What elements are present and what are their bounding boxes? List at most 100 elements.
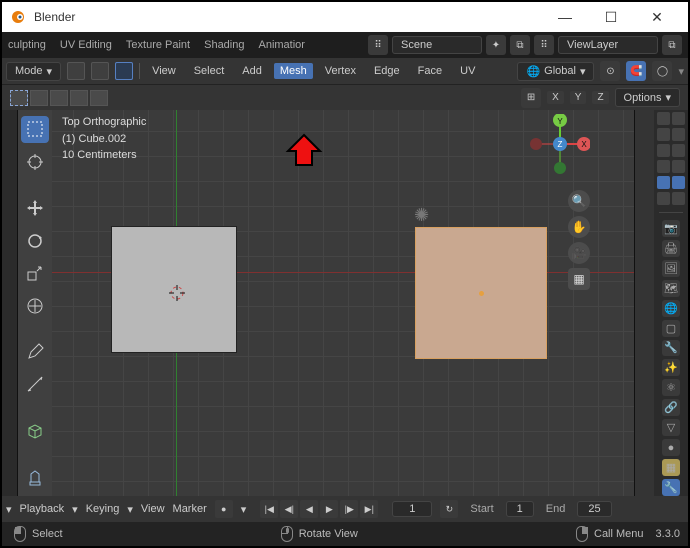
maximize-button[interactable]: ☐ [588, 2, 634, 32]
prop-particles-icon[interactable]: ✨ [662, 359, 680, 376]
camera-view-icon[interactable]: 🎥 [568, 242, 590, 264]
restrict-icon[interactable] [657, 192, 670, 205]
minimize-button[interactable]: — [542, 2, 588, 32]
snap-icon[interactable]: 🧲 [626, 61, 646, 81]
ws-tab[interactable]: Shading [204, 39, 244, 51]
jump-start-icon[interactable]: |◀ [260, 500, 278, 518]
play-reverse-icon[interactable]: ◀ [300, 500, 318, 518]
browse-scene-icon[interactable]: ⠿ [368, 35, 388, 55]
prop-texture-icon[interactable]: ▦ [662, 459, 680, 476]
ws-tab[interactable]: UV Editing [60, 39, 112, 51]
pivot-icon[interactable]: ⊙ [600, 61, 620, 81]
copy-layer-icon[interactable]: ⧉ [662, 35, 682, 55]
light-icon[interactable]: ✺ [414, 205, 429, 226]
propedit-icon[interactable]: ◯ [652, 61, 672, 81]
prop-render-icon[interactable]: 📷 [662, 220, 680, 237]
tool-annotate[interactable] [21, 339, 49, 366]
ws-tab[interactable]: Texture Paint [126, 39, 190, 51]
selmode-extend-icon[interactable] [30, 90, 48, 106]
selmode-new-icon[interactable] [10, 90, 28, 106]
prop-active-tool-icon[interactable]: 🔧 [662, 479, 680, 496]
menu-edge[interactable]: Edge [368, 63, 406, 79]
restrict-icon[interactable] [672, 192, 685, 205]
frame-field[interactable]: 1 [392, 501, 432, 517]
selmode-intersect-icon[interactable] [90, 90, 108, 106]
prop-viewlayer-icon[interactable]: 🖼 [662, 260, 680, 277]
timeline-menu[interactable]: Marker [173, 503, 207, 515]
region-toggle-left[interactable] [2, 110, 18, 496]
scene-field[interactable]: Scene [401, 39, 432, 51]
prop-constraints-icon[interactable]: 🔗 [662, 399, 680, 416]
selmode-subtract-icon[interactable] [50, 90, 68, 106]
menu-add[interactable]: Add [236, 63, 268, 79]
tool-select-box[interactable] [21, 116, 49, 143]
restrict-icon[interactable] [657, 144, 670, 157]
axis-y-button[interactable]: Y [570, 91, 587, 104]
menu-vertex[interactable]: Vertex [319, 63, 362, 79]
menu-face[interactable]: Face [412, 63, 448, 79]
selmode-invert-icon[interactable] [70, 90, 88, 106]
tool-transform[interactable] [21, 292, 49, 319]
prop-scene-icon[interactable]: 🗺 [662, 280, 680, 297]
sel-vertex-icon[interactable] [67, 62, 85, 80]
pin-icon[interactable]: ✦ [486, 35, 506, 55]
tool-cursor[interactable] [21, 149, 49, 176]
tool-extrude[interactable] [21, 463, 49, 490]
viewport-3d[interactable]: Top Orthographic (1) Cube.002 10 Centime… [52, 110, 634, 496]
viewlayer-field[interactable]: ViewLayer [567, 39, 618, 51]
sel-edge-icon[interactable] [91, 62, 109, 80]
gizmo-vis-icon[interactable]: ⊞ [521, 88, 541, 108]
jump-end-icon[interactable]: ▶| [360, 500, 378, 518]
menu-mesh[interactable]: Mesh [274, 63, 313, 79]
timeline-menu[interactable]: Playback [20, 503, 65, 515]
zoom-icon[interactable]: 🔍 [568, 190, 590, 212]
prop-modifiers-icon[interactable]: 🔧 [662, 340, 680, 357]
play-icon[interactable]: ▶ [320, 500, 338, 518]
axis-x-button[interactable]: X [547, 91, 564, 104]
mode-dropdown[interactable]: Mode ▾ [6, 62, 61, 81]
object-cube-2[interactable] [415, 227, 547, 359]
prop-world-icon[interactable]: 🌐 [662, 300, 680, 317]
keyframe-prev-icon[interactable]: ◀| [280, 500, 298, 518]
close-button[interactable]: ✕ [634, 2, 680, 32]
autokey-icon[interactable]: ● [215, 500, 233, 518]
timeline-menu[interactable]: View [141, 503, 165, 515]
timeline-menu[interactable]: Keying [86, 503, 120, 515]
restrict-icon[interactable] [657, 128, 670, 141]
ws-tab[interactable]: Animatior [258, 39, 304, 51]
restrict-icon[interactable] [672, 144, 685, 157]
start-field[interactable]: 1 [506, 501, 534, 517]
browse-layer-icon[interactable]: ⠿ [534, 35, 554, 55]
tool-scale[interactable] [21, 260, 49, 287]
menu-select[interactable]: Select [188, 63, 231, 79]
tool-move[interactable] [21, 195, 49, 222]
nav-gizmo[interactable]: Y X Z [530, 114, 590, 174]
options-dropdown[interactable]: Options ▾ [615, 88, 680, 107]
restrict-icon[interactable] [657, 160, 670, 173]
prop-mesh-icon[interactable]: ▽ [662, 419, 680, 436]
menu-view[interactable]: View [146, 63, 182, 79]
orientation-dropdown[interactable]: 🌐 Global ▾ [517, 62, 594, 81]
keyframe-next-icon[interactable]: |▶ [340, 500, 358, 518]
menu-uv[interactable]: UV [454, 63, 481, 79]
ws-tab[interactable]: culpting [8, 39, 46, 51]
prop-output-icon[interactable]: 🖨 [662, 240, 680, 257]
restrict-icon[interactable] [657, 176, 670, 189]
tool-measure[interactable] [21, 371, 49, 398]
pan-icon[interactable]: ✋ [568, 216, 590, 238]
restrict-icon[interactable] [672, 160, 685, 173]
object-cube-selected[interactable] [111, 226, 237, 353]
perspective-toggle-icon[interactable]: ▦ [568, 268, 590, 290]
restrict-icon[interactable] [672, 112, 685, 125]
prop-physics-icon[interactable]: ⚛ [662, 379, 680, 396]
restrict-icon[interactable] [672, 176, 685, 189]
prop-material-icon[interactable]: ● [662, 439, 680, 456]
prop-object-icon[interactable]: ▢ [662, 320, 680, 337]
restrict-icon[interactable] [672, 128, 685, 141]
tool-rotate[interactable] [21, 227, 49, 254]
copy-scene-icon[interactable]: ⧉ [510, 35, 530, 55]
end-field[interactable]: 25 [577, 501, 611, 517]
sel-face-icon[interactable] [115, 62, 133, 80]
axis-z-button[interactable]: Z [592, 91, 608, 104]
restrict-icon[interactable] [657, 112, 670, 125]
